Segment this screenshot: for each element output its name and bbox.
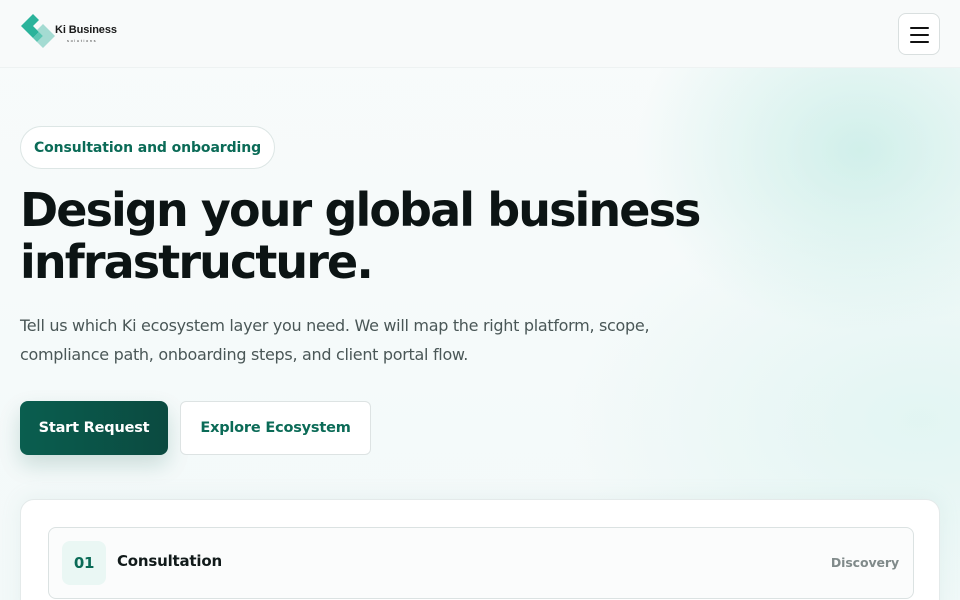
page-title-line-2: infrastructure. <box>20 235 374 289</box>
step-number: 01 <box>62 541 106 585</box>
logo[interactable]: Ki Business solutions <box>19 12 119 56</box>
logo-subtitle: solutions <box>67 38 98 43</box>
hamburger-icon-bar-bottom <box>910 41 929 43</box>
start-request-button[interactable]: Start Request <box>20 401 168 455</box>
explore-ecosystem-button[interactable]: Explore Ecosystem <box>180 401 371 455</box>
page-title-line-1: Design your global business <box>20 183 701 237</box>
process-card: 01 Consultation Discovery <box>20 499 940 600</box>
step-title: Consultation <box>117 552 222 570</box>
hero-description-line-1: Tell us which Ki ecosystem layer you nee… <box>20 316 650 335</box>
site-header: Ki Business solutions <box>0 0 960 68</box>
menu-button[interactable] <box>898 13 940 55</box>
hero-description: Tell us which Ki ecosystem layer you nee… <box>20 311 720 369</box>
section-badge: Consultation and onboarding <box>20 126 275 169</box>
logo-title: Ki Business <box>55 24 117 36</box>
page-title: Design your global business infrastructu… <box>20 184 720 288</box>
process-step[interactable]: 01 Consultation Discovery <box>48 527 914 599</box>
step-tag: Discovery <box>830 555 899 570</box>
hamburger-icon <box>910 27 929 29</box>
logo-mark-icon <box>21 14 55 48</box>
hamburger-icon-bar-middle <box>910 34 929 36</box>
page: Ki Business solutions Consultation and o… <box>0 0 960 600</box>
hero-description-line-2: compliance path, onboarding steps, and c… <box>20 345 469 364</box>
